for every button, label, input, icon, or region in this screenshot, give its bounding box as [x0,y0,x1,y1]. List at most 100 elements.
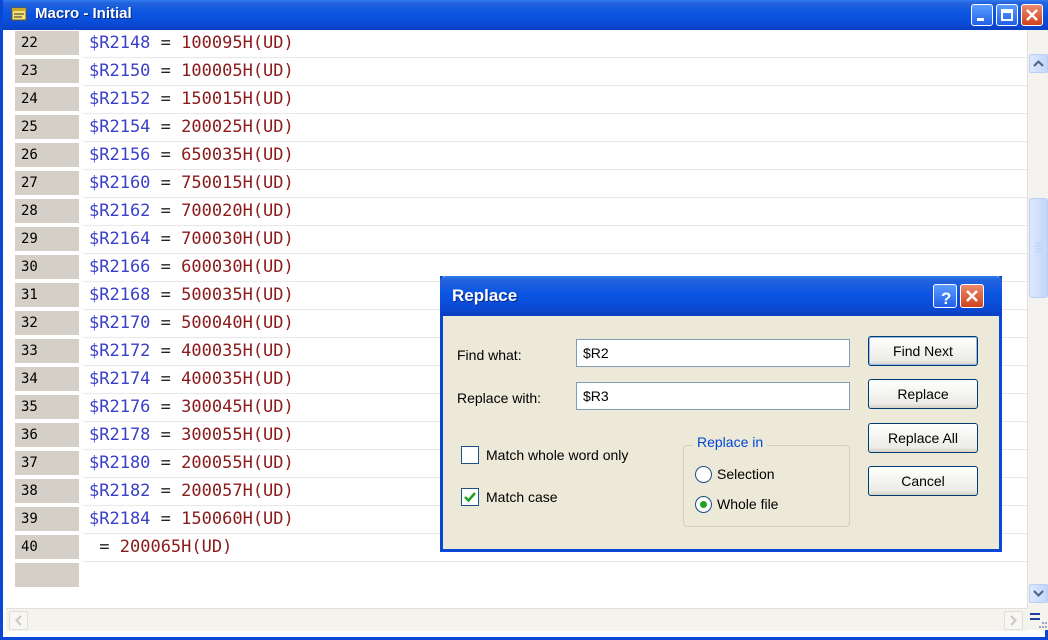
code-line[interactable]: 24 $R2152 = 150015H(UD) [3,86,1029,114]
replace-dialog: Replace ? Find what: $R2 Replace with: $… [440,276,1002,552]
value-text: 200065H(UD) [119,537,233,557]
variable-name: $R2184 [89,509,151,529]
checkmark-icon [464,492,476,503]
code-line[interactable]: 23 $R2150 = 100005H(UD) [3,58,1029,86]
line-number: 30 [15,255,81,279]
line-number: 38 [15,479,81,503]
code-line[interactable]: 25 $R2154 = 200025H(UD) [3,114,1029,142]
variable-name: $R2150 [89,61,151,81]
scroll-left-button[interactable] [9,611,28,630]
chevron-up-icon [1033,60,1044,67]
resize-grip[interactable] [1027,608,1048,630]
equals-sign: = [160,89,171,109]
code-line[interactable]: 22 $R2148 = 100095H(UD) [3,30,1029,58]
value-text: 100095H(UD) [181,33,294,53]
whole-file-radio[interactable] [695,496,712,513]
equals-sign: = [160,481,171,501]
match-whole-word-checkbox[interactable] [461,446,479,464]
scroll-right-button[interactable] [1004,611,1023,630]
value-text: 500040H(UD) [181,313,294,333]
value-text: 650035H(UD) [181,145,294,165]
code-line[interactable]: 28 $R2162 = 700020H(UD) [3,198,1029,226]
match-case-checkbox[interactable] [461,488,479,506]
code-line[interactable]: 29 $R2164 = 700030H(UD) [3,226,1029,254]
value-text: 300055H(UD) [181,425,294,445]
minimize-button[interactable] [971,4,993,26]
close-button[interactable] [1021,4,1043,26]
cancel-button[interactable]: Cancel [868,466,978,496]
svg-text:?: ? [941,289,951,306]
code-line[interactable]: 26 $R2156 = 650035H(UD) [3,142,1029,170]
selection-label[interactable]: Selection [717,466,775,482]
scroll-down-button[interactable] [1029,584,1048,603]
find-next-button[interactable]: Find Next [868,336,978,366]
maximize-button[interactable] [996,4,1018,26]
line-number: 29 [15,227,81,251]
grip-icon [1035,242,1042,253]
equals-sign: = [160,313,171,333]
split-lines-icon [1030,613,1047,628]
variable-name: $R2168 [89,285,151,305]
equals-sign: = [160,369,171,389]
equals-sign: = [160,397,171,417]
value-text: 700020H(UD) [181,201,294,221]
line-number: 24 [15,87,81,111]
value-text: 200057H(UD) [181,481,294,501]
chevron-right-icon [1010,615,1017,626]
line-number: 31 [15,283,81,307]
value-text: 300045H(UD) [181,397,294,417]
window-title: Macro - Initial [35,5,132,22]
replace-button[interactable]: Replace [868,379,978,409]
value-text: 700030H(UD) [181,229,294,249]
scroll-thumb[interactable] [1029,198,1048,298]
replace-in-label: Replace in [693,434,768,450]
code-line-current[interactable] [3,562,1029,590]
horizontal-scrollbar[interactable] [6,608,1027,631]
scroll-up-button[interactable] [1029,54,1048,73]
dialog-title-bar[interactable]: Replace ? [440,276,1002,316]
line-number: 27 [15,171,81,195]
line-number: 40 [15,535,81,559]
chevron-left-icon [15,615,22,626]
equals-sign: = [160,117,171,137]
selection-radio[interactable] [695,466,712,483]
vertical-scrollbar[interactable] [1027,30,1048,608]
replace-all-button[interactable]: Replace All [868,423,978,453]
dialog-title: Replace [452,286,518,305]
dialog-close-button[interactable] [960,284,984,308]
value-text: 400035H(UD) [181,341,294,361]
find-what-input[interactable]: $R2 [576,339,850,367]
variable-name: $R2170 [89,313,151,333]
maximize-icon [1001,9,1013,21]
title-bar[interactable]: Macro - Initial [3,0,1048,30]
value-text: 750015H(UD) [181,173,294,193]
line-number: 35 [15,395,81,419]
find-what-label: Find what: [457,347,522,363]
equals-sign: = [160,341,171,361]
variable-name: $R2180 [89,453,151,473]
close-icon [1026,9,1038,21]
line-number: 32 [15,311,81,335]
match-case-label[interactable]: Match case [486,489,558,505]
equals-sign: = [160,201,171,221]
line-number: 33 [15,339,81,363]
value-text: 150060H(UD) [181,509,294,529]
replace-with-label: Replace with: [457,390,542,406]
equals-sign: = [160,145,171,165]
equals-sign: = [160,453,171,473]
variable-name: $R2182 [89,481,151,501]
match-whole-word-label[interactable]: Match whole word only [486,447,628,463]
whole-file-label[interactable]: Whole file [717,496,778,512]
line-number: 26 [15,143,81,167]
code-line[interactable]: 27 $R2160 = 750015H(UD) [3,170,1029,198]
equals-sign: = [160,425,171,445]
equals-sign: = [160,173,171,193]
equals-sign: = [160,285,171,305]
equals-sign: = [160,61,171,81]
help-button[interactable]: ? [933,284,957,308]
variable-name: $R2152 [89,89,151,109]
replace-with-input[interactable]: $R3 [576,382,850,410]
value-text: 200055H(UD) [181,453,294,473]
equals-sign: = [160,33,171,53]
variable-name: $R2162 [89,201,151,221]
